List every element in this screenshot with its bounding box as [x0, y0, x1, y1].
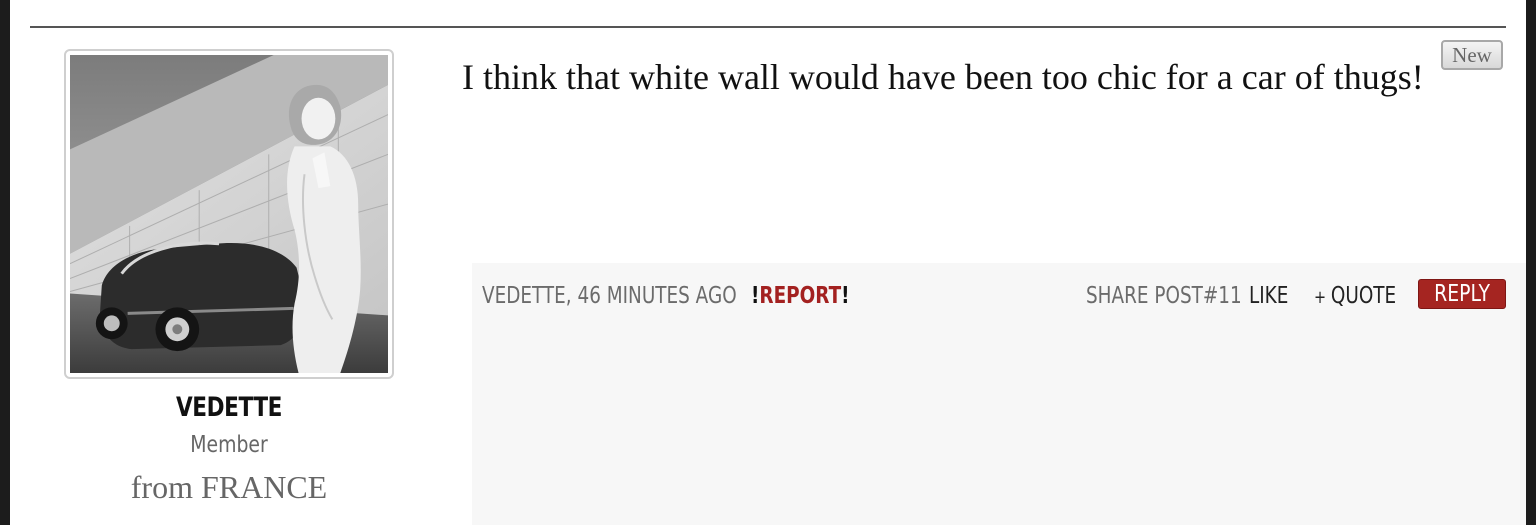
plus-icon: +	[1314, 287, 1327, 308]
share-post-link[interactable]: SHARE POST#11	[1086, 281, 1242, 311]
report-suffix: !	[841, 283, 850, 309]
post-author-time[interactable]: VEDETTE, 46 MINUTES AGO	[482, 281, 737, 311]
avatar-photo	[70, 55, 388, 373]
post-author-location: from FRANCE	[130, 469, 328, 505]
reply-label: REPLY	[1434, 281, 1490, 307]
report-label: REPORT	[759, 283, 842, 309]
post-container: VEDETTE Member from FRANCE New I think t…	[10, 0, 1526, 525]
post-footer: VEDETTE, 46 MINUTES AGO !REPORT! SHARE P…	[472, 263, 1526, 525]
reply-button[interactable]: REPLY	[1418, 279, 1506, 309]
post-author-name[interactable]: VEDETTE	[97, 392, 361, 423]
post-author-role: Member	[190, 432, 268, 458]
like-link[interactable]: LIKE	[1249, 281, 1288, 311]
post-divider	[30, 26, 1506, 28]
report-prefix: !	[751, 283, 760, 309]
quote-label: QUOTE	[1330, 283, 1397, 309]
post-message: I think that white wall would have been …	[462, 57, 1424, 97]
quote-link[interactable]: + QUOTE	[1314, 281, 1396, 313]
report-link[interactable]: !REPORT!	[751, 281, 850, 311]
avatar[interactable]	[64, 49, 394, 379]
new-badge: New	[1441, 40, 1503, 70]
